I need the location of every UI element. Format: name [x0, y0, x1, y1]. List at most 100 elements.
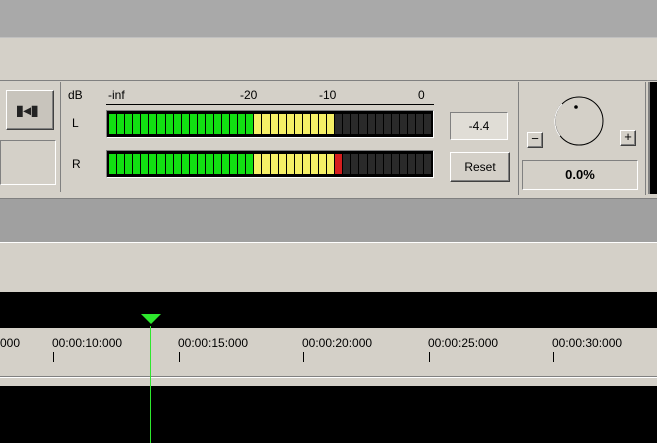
meter-segment-yellow — [310, 114, 319, 134]
meter-segment-yellow — [294, 154, 302, 174]
pan-minus-button[interactable]: − — [527, 132, 543, 148]
meter-segment-green — [230, 154, 238, 174]
ruler-bottom-highlight — [0, 377, 657, 386]
meter-segment-green — [117, 154, 125, 174]
meter-segment-green — [173, 114, 181, 134]
pan-value-display[interactable]: 0.0% — [522, 160, 638, 190]
meter-segment-off — [367, 154, 375, 174]
meter-segment-green — [125, 114, 133, 134]
meter-segment-green — [133, 154, 141, 174]
meter-segment-off — [335, 114, 343, 134]
meter-segment-green — [197, 154, 205, 174]
timeline-header — [0, 292, 657, 328]
meter-segment-green — [189, 114, 197, 134]
scale-line — [106, 104, 434, 105]
meter-segment-green — [117, 114, 125, 134]
meter-segment-green — [181, 154, 189, 174]
meter-segment-off — [351, 114, 359, 134]
ruler-label-10s: 00:00:10:000 — [52, 336, 123, 350]
meter-segment-yellow — [262, 114, 270, 134]
channel-label-right: R — [72, 157, 81, 171]
level-meter-left — [106, 110, 434, 138]
scale-label-0: 0 — [418, 88, 425, 102]
left-value-field[interactable] — [0, 140, 56, 185]
level-meter-right — [106, 150, 434, 178]
meter-segment-yellow — [270, 154, 278, 174]
ruler-label-15s: 00:00:15:000 — [178, 336, 249, 350]
meter-segment-yellow — [286, 154, 294, 174]
meter-segment-green — [165, 154, 173, 174]
meter-segment-red — [335, 154, 343, 174]
meter-segment-green — [157, 114, 165, 134]
track-area[interactable] — [0, 386, 657, 443]
peak-value: -4.4 — [468, 119, 490, 133]
meter-segment-green — [141, 154, 149, 174]
meter-segment-off — [343, 114, 351, 134]
ruler-label-0: 000 — [0, 336, 21, 350]
meter-segment-yellow — [254, 114, 262, 134]
pan-knob-indicator — [574, 105, 578, 109]
meter-segment-yellow — [302, 154, 310, 174]
menu-strip — [0, 37, 657, 81]
meter-segment-off — [343, 154, 351, 174]
meter-segment-green — [157, 154, 165, 174]
ruler-tick — [53, 352, 54, 362]
meter-segment-yellow — [270, 114, 278, 134]
meter-segment-off — [407, 114, 415, 134]
scale-label-inf: -inf — [108, 88, 125, 102]
meter-segment-green — [173, 154, 181, 174]
meter-segment-green — [189, 154, 197, 174]
meter-segment-off — [383, 114, 391, 134]
meter-segment-green — [230, 114, 238, 134]
meter-segment-yellow — [294, 114, 302, 134]
db-label: dB — [68, 88, 83, 102]
transport-icon: ▮◂▮ — [16, 102, 39, 118]
meter-segment-green — [222, 154, 230, 174]
meter-segment-green — [149, 114, 157, 134]
meter-segment-green — [205, 154, 214, 174]
meter-segment-off — [391, 154, 399, 174]
pan-value: 0.0% — [565, 167, 595, 182]
meter-segment-green — [141, 114, 149, 134]
meter-segment-off — [367, 114, 375, 134]
meter-segment-green — [109, 154, 117, 174]
ruler-label-20s: 00:00:20:000 — [302, 336, 373, 350]
reset-button[interactable]: Reset — [450, 152, 510, 182]
minus-icon: − — [531, 131, 539, 146]
channel-label-left: L — [72, 116, 79, 130]
meter-segment-off — [375, 154, 383, 174]
meter-segment-off — [375, 114, 383, 134]
meter-segment-yellow — [310, 154, 319, 174]
meter-segment-green — [165, 114, 173, 134]
meter-segment-off — [359, 154, 367, 174]
meter-segment-off — [415, 154, 424, 174]
ruler-tick — [429, 352, 430, 362]
meter-segment-green — [214, 114, 222, 134]
meter-segment-green — [125, 154, 133, 174]
pan-knob[interactable] — [548, 90, 610, 152]
meter-segment-yellow — [262, 154, 270, 174]
right-panel-edge — [648, 82, 657, 194]
meter-segment-green — [222, 114, 230, 134]
meter-segment-green — [246, 114, 254, 134]
meter-segment-green — [205, 114, 214, 134]
meter-segment-off — [383, 154, 391, 174]
meter-segment-green — [109, 114, 117, 134]
peak-value-display: -4.4 — [450, 112, 508, 140]
meter-segment-off — [391, 114, 399, 134]
pan-plus-button[interactable]: + — [620, 130, 636, 146]
playhead-marker-icon[interactable] — [141, 314, 161, 326]
meter-segment-green — [149, 154, 157, 174]
meter-segment-green — [246, 154, 254, 174]
meter-segment-yellow — [319, 114, 327, 134]
meter-segment-off — [359, 114, 367, 134]
meter-segment-off — [415, 114, 424, 134]
ruler-tick — [553, 352, 554, 362]
meter-segment-green — [197, 114, 205, 134]
meter-segment-yellow — [327, 154, 335, 174]
separator-strip — [0, 242, 657, 293]
ruler-tick — [179, 352, 180, 362]
title-bar-strip — [0, 0, 657, 37]
transport-button[interactable]: ▮◂▮ — [6, 90, 54, 130]
meter-segment-yellow — [278, 114, 286, 134]
